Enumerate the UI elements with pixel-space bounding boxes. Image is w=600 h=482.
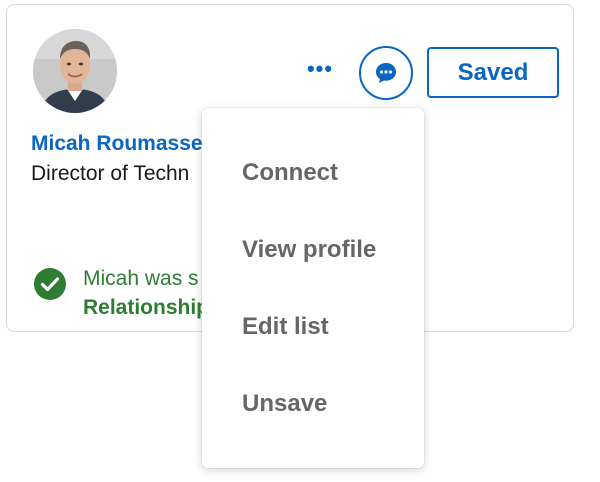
status-message-start: Micah was s [83,267,199,290]
menu-item-connect[interactable]: Connect [202,143,424,203]
avatar-photo [33,29,117,113]
more-actions-dropdown: Connect View profile Edit list Unsave [202,108,424,468]
profile-headline: Director of Techn [31,162,190,185]
more-actions-button[interactable]: ••• [301,56,339,89]
check-circle-icon [34,268,66,300]
menu-item-edit-list[interactable]: Edit list [202,297,424,357]
message-button[interactable] [359,46,413,100]
profile-name[interactable]: Micah Roumasse [31,132,203,156]
avatar[interactable] [33,29,117,113]
message-bubble-icon [376,63,396,83]
menu-item-view-profile[interactable]: View profile [202,220,424,280]
status-relationship-link[interactable]: Relationship [83,296,209,320]
saved-button[interactable]: Saved [427,47,559,98]
menu-item-unsave[interactable]: Unsave [202,374,424,434]
ellipsis-icon: ••• [306,56,334,81]
